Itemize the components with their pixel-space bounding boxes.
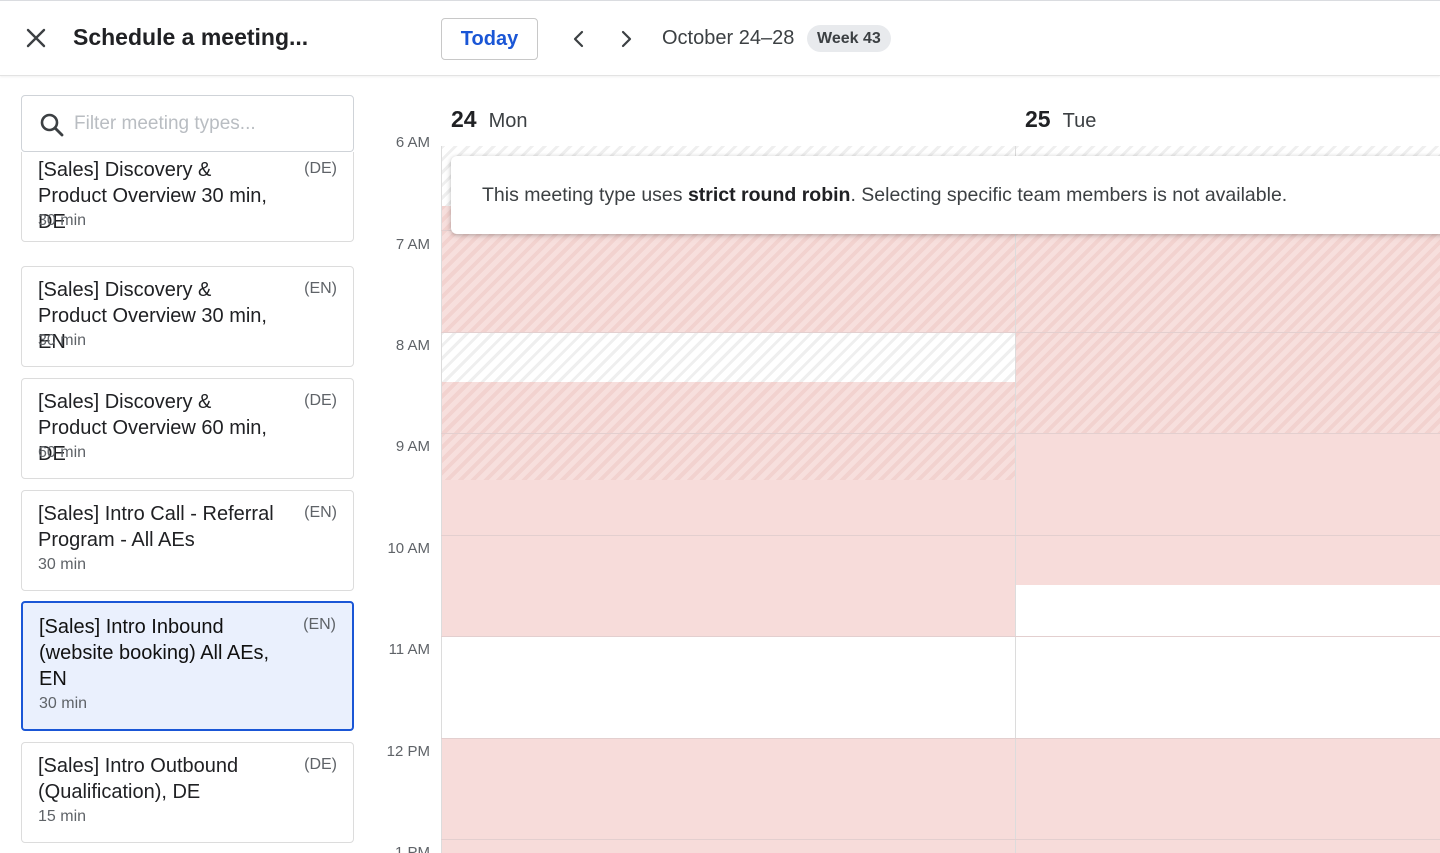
day-name: Tue — [1062, 110, 1097, 132]
close-icon — [26, 28, 46, 48]
date-range: October 24–28 — [662, 27, 795, 49]
search-icon — [40, 113, 64, 137]
notice-emphasis: strict round robin — [687, 184, 851, 206]
round-robin-notice: This meeting type uses strict round robi… — [451, 156, 1440, 234]
unavailable-slot — [441, 332, 1015, 382]
day-column-divider — [1015, 146, 1016, 853]
hour-line — [441, 433, 1440, 434]
notice-suffix: . Selecting specific team members is not… — [850, 184, 1288, 206]
day-column-divider — [441, 146, 442, 853]
meeting-type-language: (EN) — [304, 504, 337, 521]
hour-line — [441, 332, 1440, 333]
filter-meeting-types-input[interactable] — [74, 106, 344, 142]
meeting-types-sidebar: [Sales] Discovery & Product Overview 30 … — [0, 76, 375, 853]
meeting-type-name: [Sales] Intro Inbound (website booking) … — [39, 616, 270, 690]
busy-slot — [441, 382, 1015, 480]
available-slot[interactable] — [441, 636, 1015, 738]
calendar-grid — [441, 146, 1440, 853]
time-label: 10 AM — [387, 540, 430, 557]
meeting-type-name: [Sales] Intro Call - Referral Program - … — [38, 503, 274, 551]
time-label: 11 AM — [388, 641, 430, 658]
meeting-type-language: (DE) — [304, 160, 337, 177]
day-number: 24 — [451, 106, 477, 132]
meeting-type-language: (DE) — [304, 392, 337, 409]
meeting-type-card[interactable]: [Sales] Discovery & Product Overview 60 … — [21, 378, 354, 479]
meeting-type-card[interactable]: [Sales] Intro Outbound (Qualification), … — [21, 742, 354, 843]
time-label: 1 PM — [394, 844, 430, 853]
meeting-type-card-selected[interactable]: [Sales] Intro Inbound (website booking) … — [21, 601, 354, 731]
meeting-type-name: [Sales] Intro Outbound (Qualification), … — [38, 755, 239, 803]
time-label: 12 PM — [386, 743, 430, 760]
chevron-right-icon — [621, 30, 632, 48]
busy-slot — [441, 738, 1015, 853]
time-label: 9 AM — [395, 438, 430, 455]
hour-line — [441, 535, 1440, 536]
meeting-type-duration: 30 min — [38, 212, 87, 229]
time-label: 7 AM — [395, 236, 430, 253]
busy-slot — [1015, 434, 1440, 585]
previous-week-button[interactable] — [563, 23, 595, 55]
meeting-type-card[interactable]: [Sales] Discovery & Product Overview 30 … — [21, 152, 354, 242]
hour-line — [441, 636, 1440, 637]
meeting-type-language: (DE) — [304, 756, 337, 773]
busy-slot — [1015, 738, 1440, 853]
meeting-type-list: [Sales] Discovery & Product Overview 30 … — [0, 152, 375, 853]
notice-text: This meeting type uses strict round robi… — [482, 184, 1287, 207]
calendar-view: 24 Mon 25 Tue 6 AM 7 AM 8 AM 9 AM 10 AM 11… — [375, 76, 1440, 853]
page-title: Schedule a meeting... — [73, 24, 309, 50]
meeting-type-duration: 30 min — [39, 695, 88, 712]
today-button[interactable]: Today — [441, 18, 538, 60]
meeting-type-duration: 15 min — [38, 808, 87, 825]
hour-line — [441, 839, 1440, 840]
hour-line — [441, 738, 1440, 739]
busy-slot — [441, 480, 1015, 636]
close-button[interactable] — [20, 22, 52, 54]
time-label: 8 AM — [395, 337, 430, 354]
chevron-left-icon — [573, 30, 584, 48]
available-slot[interactable] — [1015, 585, 1440, 738]
day-header-tue[interactable]: 25 Tue — [1025, 106, 1096, 133]
day-number: 25 — [1025, 106, 1051, 132]
top-bar: Schedule a meeting... Today October 24–2… — [0, 0, 1440, 76]
time-label: 6 AM — [395, 134, 430, 151]
meeting-type-card[interactable]: [Sales] Intro Call - Referral Program - … — [21, 490, 354, 591]
meeting-type-duration: 60 min — [38, 444, 87, 461]
busy-slot — [1015, 206, 1440, 434]
day-header-mon[interactable]: 24 Mon — [451, 106, 528, 133]
meeting-type-card[interactable]: [Sales] Discovery & Product Overview 30 … — [21, 266, 354, 367]
meeting-type-language: (EN) — [304, 280, 337, 297]
meeting-type-duration: 30 min — [38, 332, 87, 349]
day-name: Mon — [488, 110, 528, 132]
filter-search-box[interactable] — [21, 95, 354, 152]
week-badge: Week 43 — [807, 25, 891, 52]
notice-prefix: This meeting type uses — [482, 184, 688, 206]
meeting-type-language: (EN) — [303, 616, 336, 633]
next-week-button[interactable] — [610, 23, 642, 55]
meeting-type-duration: 30 min — [38, 556, 87, 573]
